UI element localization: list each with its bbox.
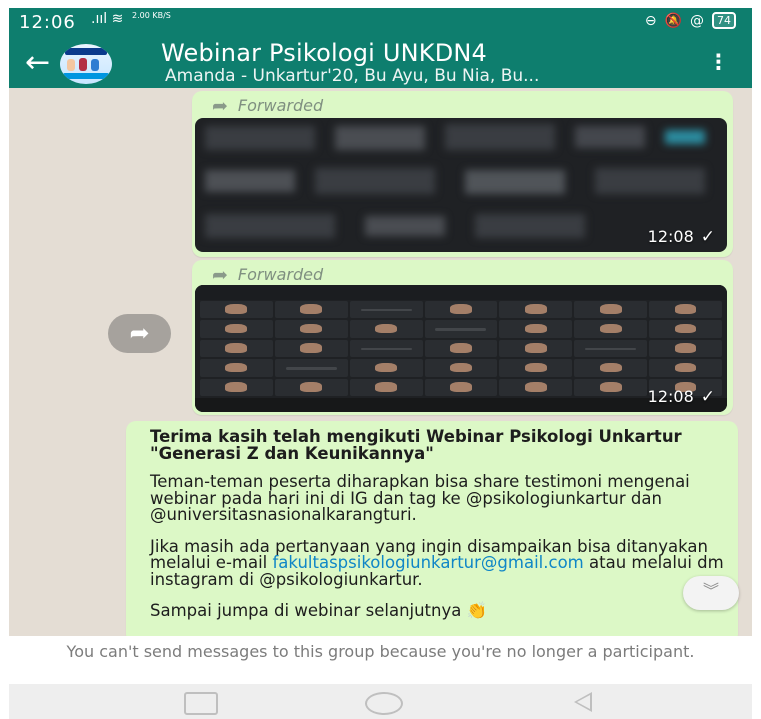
scroll-down-button[interactable]: ︾ [683,576,739,610]
status-bar: 12:06 .ııl ≋ 2.00 KB/S ⊖ 🔕 @ 74 [9,8,752,34]
group-avatar[interactable] [60,44,112,84]
image-message[interactable]: ➦ Forwarded 12:08 ✓ [192,260,733,415]
forward-arrow-icon: ➦ [212,263,228,286]
message-paragraph: Teman-teman peserta diharapkan bisa shar… [150,472,690,524]
message-text: Terima kasih telah mengikuti Webinar Psi… [150,427,730,635]
nav-back-icon[interactable] [574,692,592,712]
more-options-icon[interactable]: ⋮ [708,52,729,73]
back-arrow-icon[interactable]: ← [25,48,50,78]
forwarded-label: ➦ Forwarded [212,263,324,286]
message-heading: Terima kasih telah mengikuti Webinar Psi… [150,427,682,463]
recents-icon[interactable] [184,692,218,715]
blurred-image[interactable]: 12:08 ✓ [195,118,727,252]
sent-check-icon: ✓ [700,227,715,247]
status-time: 12:06 [19,12,76,33]
message-paragraph: Jika masih ada pertanyaan yang ingin dis… [150,536,724,589]
message-time: 12:08 ✓ [647,387,715,407]
group-title[interactable]: Webinar Psikologi UNKDN4 [161,39,487,68]
forward-arrow-icon: ➦ [212,94,228,117]
status-right-icons: ⊖ 🔕 @ 74 [645,12,736,29]
share-forward-button[interactable]: ➦ [108,314,171,353]
link-icon: ⊖ [644,12,657,29]
chat-header: 12:06 .ııl ≋ 2.00 KB/S ⊖ 🔕 @ 74 ← Webina… [9,8,752,88]
message-time: 12:08 ✓ [647,227,715,247]
android-nav-bar [9,684,752,719]
group-participants[interactable]: Amanda - Unkartur'20, Bu Ayu, Bu Nia, Bu… [165,67,539,85]
message-paragraph: Sampai jumpa di webinar selanjutnya 👏 [150,601,488,620]
video-call-screenshot[interactable]: 12:08 ✓ [195,285,727,412]
home-icon[interactable] [365,692,403,715]
forwarded-label: ➦ Forwarded [212,94,324,117]
sent-check-icon: ✓ [700,387,715,407]
chat-area[interactable]: ➦ Forwarded 12:08 ✓ ➦ ➦ Forwarded 12:08 … [9,88,752,636]
text-message[interactable]: Terima kasih telah mengikuti Webinar Psi… [126,421,738,636]
at-icon: @ [690,12,704,29]
image-message[interactable]: ➦ Forwarded 12:08 ✓ [192,91,733,257]
network-speed: 2.00 KB/S [132,11,171,20]
signal-icon: .ııl ≋ [91,11,124,27]
muted-bell-icon: 🔕 [664,12,682,29]
whatsapp-screen: 12:06 .ııl ≋ 2.00 KB/S ⊖ 🔕 @ 74 ← Webina… [9,8,752,719]
battery-icon: 74 [712,12,736,29]
cannot-send-notice: You can't send messages to this group be… [9,636,752,684]
